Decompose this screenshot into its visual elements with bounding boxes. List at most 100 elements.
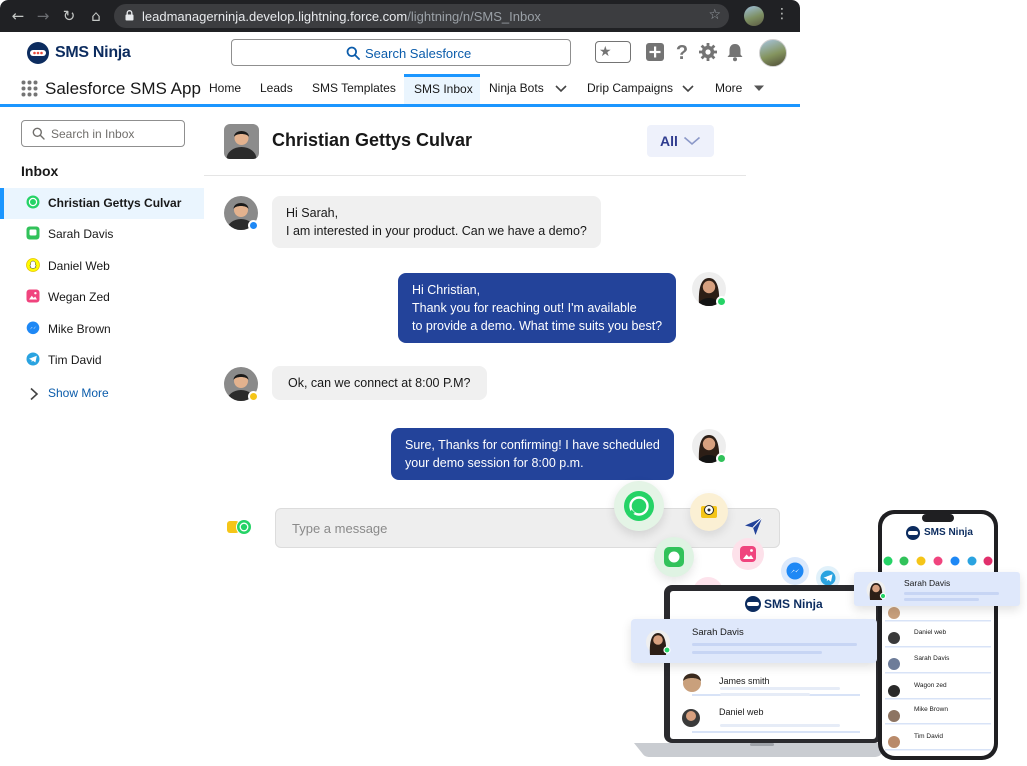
message-line: Hi Christian, — [412, 283, 481, 297]
placeholder-line — [692, 643, 857, 646]
tab-sms-inbox[interactable]: SMS Inbox — [404, 74, 480, 104]
laptop-mockup: SMS Ninja James smith Daniel web — [632, 583, 892, 758]
tab-more[interactable]: More — [709, 74, 748, 104]
message-bubble-incoming: Hi Sarah, I am interested in your produc… — [272, 196, 601, 248]
contact-name: Christian Gettys Culvar — [48, 196, 182, 210]
svg-text:?: ? — [676, 42, 688, 62]
snapchat-icon — [26, 258, 40, 272]
placeholder-line — [692, 651, 822, 654]
help-icon[interactable]: ? — [672, 42, 692, 62]
send-icon[interactable] — [744, 517, 763, 536]
conversation-divider — [204, 175, 746, 176]
app-launcher-icon[interactable] — [21, 80, 38, 97]
user-avatar[interactable] — [759, 39, 787, 67]
filter-label: All — [660, 133, 678, 149]
gear-icon[interactable] — [698, 42, 718, 62]
message-line: Ok, can we connect at 8:00 P.M? — [288, 376, 471, 390]
reload-icon[interactable]: ↻ — [59, 6, 79, 26]
contact-item-daniel-web[interactable]: Daniel Web — [0, 251, 204, 282]
phone-mockup: SMS Ninja Daniel web Sarah Davis Wagon z… — [877, 509, 999, 761]
message-line: Thank you for reaching out! I'm availabl… — [412, 301, 637, 315]
filter-dropdown[interactable]: All — [647, 125, 714, 157]
messenger-float-icon — [781, 557, 809, 585]
snapchat-icon — [248, 391, 259, 402]
chevron-down-icon[interactable] — [681, 81, 695, 95]
contact-item-tim-david[interactable]: Tim David — [0, 345, 204, 376]
contact-item-mike-brown[interactable]: Mike Brown — [0, 314, 204, 345]
add-icon[interactable] — [645, 42, 665, 62]
contact-name: Mike Brown — [48, 322, 111, 336]
messenger-icon — [248, 220, 259, 231]
laptop-highlight-contact-name: Sarah Davis — [692, 627, 744, 638]
lock-icon — [125, 10, 134, 21]
laptop-highlight-card: Sarah Davis — [631, 619, 877, 663]
message-bubble-outgoing: Sure, Thanks for confirming! I have sche… — [391, 428, 674, 480]
phone-contact-name: Daniel web — [914, 629, 947, 636]
contact-avatar — [224, 124, 259, 159]
sms-icon — [26, 226, 40, 240]
email-float-icon — [690, 493, 728, 531]
laptop-contact-name: James smith — [719, 676, 770, 686]
show-more-link[interactable]: Show More — [0, 384, 204, 404]
photo-message-icon — [26, 289, 40, 303]
contact-item-christian-gettys-culvar[interactable]: Christian Gettys Culvar — [0, 188, 204, 219]
chevron-down-icon — [683, 136, 701, 146]
sender-avatar — [224, 367, 259, 402]
tab-leads[interactable]: Leads — [254, 74, 299, 104]
whatsapp-icon — [716, 296, 727, 307]
photo-message-float-icon — [732, 538, 764, 570]
global-header: SMS Ninja Search Salesforce ★ ▼ ? — [0, 32, 800, 74]
favorites-button[interactable]: ★ ▼ — [595, 41, 631, 63]
caret-down-icon[interactable] — [752, 81, 766, 95]
global-search-input[interactable]: Search Salesforce — [231, 39, 571, 66]
inbox-search-input[interactable]: Search in Inbox — [21, 120, 185, 147]
message-bubble-outgoing: Hi Christian, Thank you for reaching out… — [398, 273, 677, 343]
home-icon[interactable]: ⌂ — [86, 6, 106, 26]
placeholder-line — [904, 592, 999, 595]
sms-ninja-logo — [27, 42, 49, 64]
forward-arrow-icon[interactable]: → — [33, 6, 53, 26]
phone-contact-name: Sarah Davis — [914, 655, 950, 662]
inbox-heading: Inbox — [21, 163, 59, 179]
conversation-title: Christian Gettys Culvar — [272, 130, 473, 150]
contact-name: Wegan Zed — [48, 290, 110, 304]
laptop-brand-name: SMS Ninja — [764, 597, 823, 611]
url-path: /lightning/n/SMS_Inbox — [407, 9, 541, 24]
message-input-placeholder: Type a message — [292, 521, 388, 536]
contact-name: Sarah Davis — [48, 227, 114, 241]
contact-item-sarah-davis[interactable]: Sarah Davis — [0, 219, 204, 250]
chevron-right-icon — [30, 387, 39, 401]
channel-selector-icon[interactable] — [226, 518, 254, 536]
phone-contact-name: Tim David — [914, 733, 944, 740]
phone-brand-name: SMS Ninja — [924, 527, 973, 538]
sms-icon — [716, 453, 727, 464]
tab-home[interactable]: Home — [203, 74, 247, 104]
message-line: I am interested in your product. Can we … — [286, 224, 587, 238]
show-more-label: Show More — [48, 386, 109, 400]
search-icon — [346, 46, 360, 60]
chevron-down-icon[interactable] — [554, 81, 568, 95]
tab-drip-campaigns[interactable]: Drip Campaigns — [581, 74, 679, 104]
placeholder-line — [904, 598, 979, 601]
contact-item-wegan-zed[interactable]: Wegan Zed — [0, 282, 204, 313]
tab-sms-templates[interactable]: SMS Templates — [306, 74, 402, 104]
messenger-icon — [26, 321, 40, 335]
telegram-icon — [26, 352, 40, 366]
address-bar[interactable]: leadmanagerninja.develop.lightning.force… — [114, 4, 729, 28]
phone-highlight-contact-name: Sarah Davis — [904, 578, 951, 588]
sms-float-icon — [654, 537, 694, 577]
back-arrow-icon[interactable]: ← — [8, 6, 28, 26]
browser-toolbar: ← → ↻ ⌂ leadmanagerninja.develop.lightni… — [0, 0, 800, 32]
browser-menu-icon[interactable]: ⋮ — [775, 6, 789, 22]
bookmark-star-icon[interactable]: ☆ — [708, 7, 721, 23]
bell-icon[interactable] — [725, 42, 745, 62]
tab-ninja-bots[interactable]: Ninja Bots — [483, 74, 550, 104]
inbox-search-placeholder: Search in Inbox — [51, 127, 135, 141]
message-line: to provide a demo. What time suits you b… — [412, 319, 663, 333]
phone-contact-name: Mike Brown — [914, 706, 948, 713]
contact-name: Daniel Web — [48, 259, 110, 273]
global-search-placeholder: Search Salesforce — [365, 46, 472, 61]
laptop-contact-name: Daniel web — [719, 707, 764, 717]
browser-profile-avatar[interactable] — [744, 6, 764, 26]
agent-avatar — [692, 272, 727, 307]
